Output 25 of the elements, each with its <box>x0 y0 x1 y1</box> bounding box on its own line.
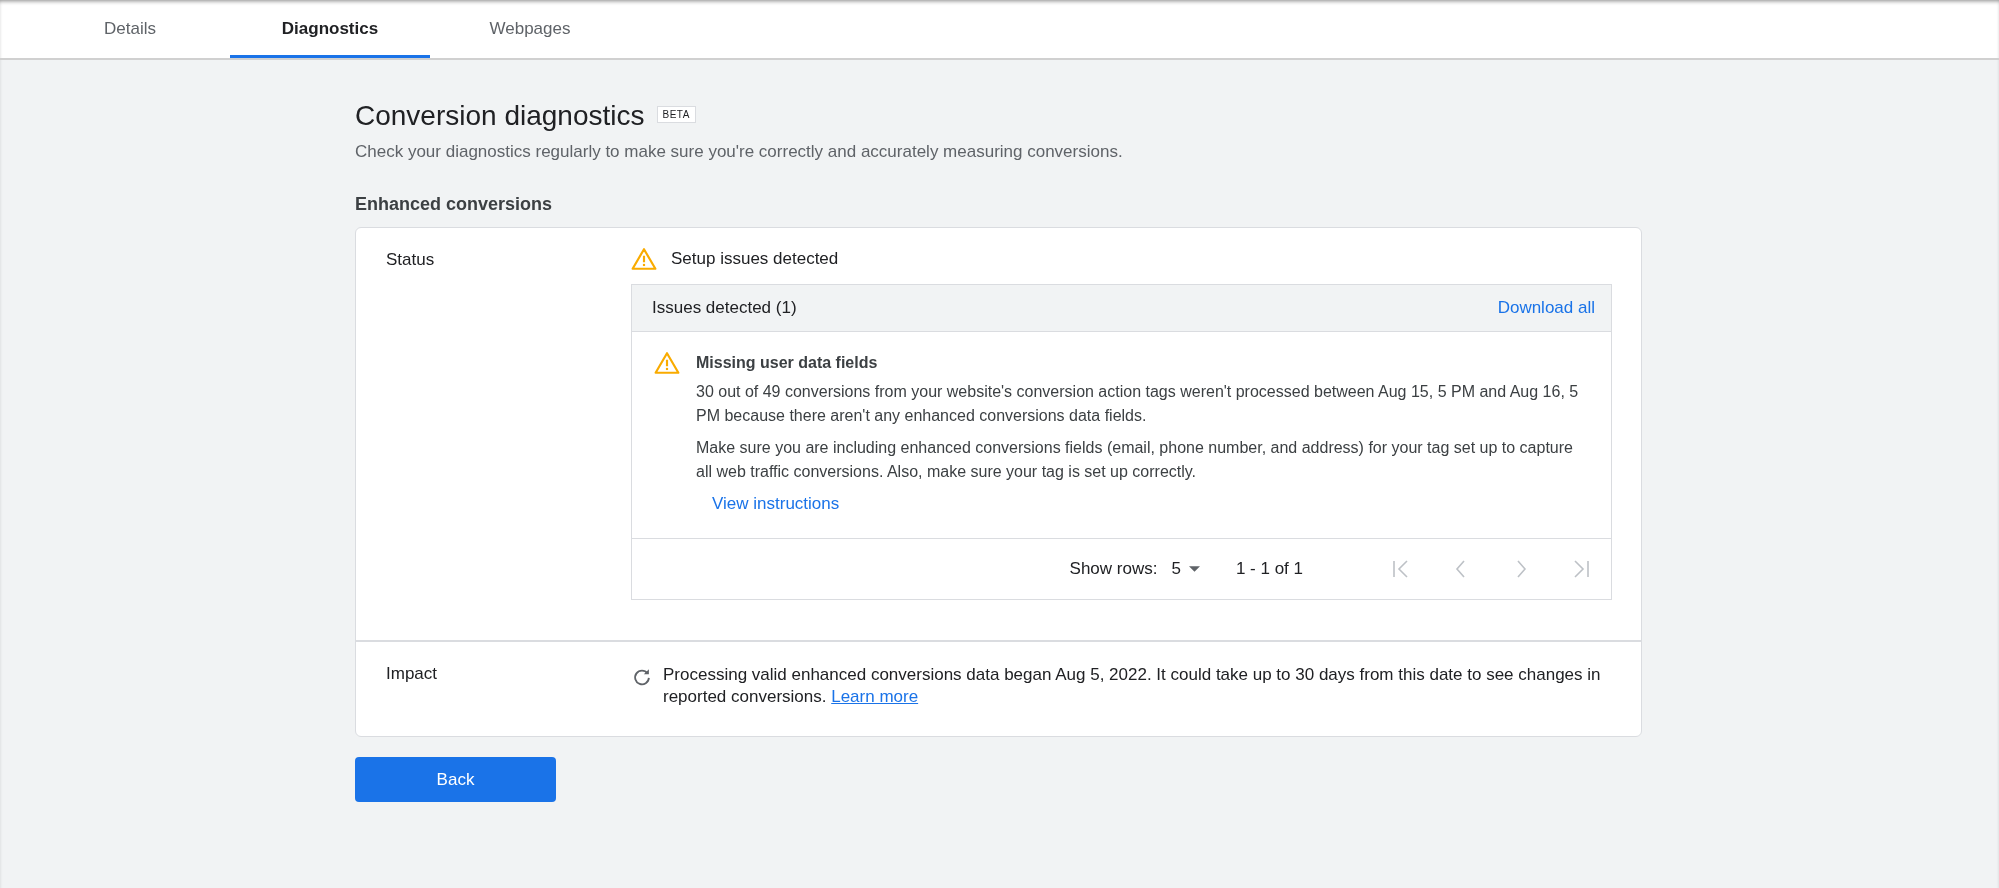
issues-title: Issues detected (1) <box>652 298 797 318</box>
tab[interactable]: Diagnostics <box>230 0 430 58</box>
issue-description: Make sure you are including enhanced conversions fields (email, phone number, and address) for your tag set up to capture all web traffic conversions. Also, make sure your tag is set up correctly. <box>696 438 1574 482</box>
page-range: 1 - 1 of 1 <box>1235 559 1303 579</box>
back-button[interactable]: Back <box>355 757 556 802</box>
beta-badge: BETA <box>656 105 696 123</box>
page-description: Check your diagnostics regularly to make sure you're correctly and accurately measuring conversions. <box>355 142 1124 162</box>
tab[interactable]: Details <box>30 0 230 58</box>
rows-dropdown[interactable]: 5 <box>1165 558 1206 580</box>
page-title: Conversion diagnostics <box>355 100 645 132</box>
impact-label: Impact <box>386 664 439 685</box>
tab[interactable]: Webpages <box>430 0 630 58</box>
issue-description: 30 out of 49 conversions from your website's conversion action tags weren't processed between Aug 15, 5 PM and Aug 16, 5 PM because there aren't any enhanced conversions data fields. <box>696 382 1580 426</box>
warning-icon <box>631 246 657 272</box>
section-title: Enhanced conversions <box>355 194 554 215</box>
status-text: Setup issues detected <box>671 249 839 269</box>
issue-title: Missing user data fields <box>696 354 879 372</box>
impact-text: Processing valid enhanced conversions data began Aug 5, 2022. It could take up to 30 days from this date to see changes in reported conversions. Learn more <box>663 664 1602 708</box>
view-instructions-link[interactable]: View instructions <box>712 494 840 514</box>
show-rows-label: Show rows: <box>1069 559 1158 579</box>
caret-icon <box>1188 566 1200 572</box>
download-all-link[interactable]: Download all <box>1497 298 1595 318</box>
status-label: Status <box>386 250 436 271</box>
warning-icon <box>654 350 680 376</box>
learn-more-link[interactable]: Learn more <box>831 687 919 706</box>
